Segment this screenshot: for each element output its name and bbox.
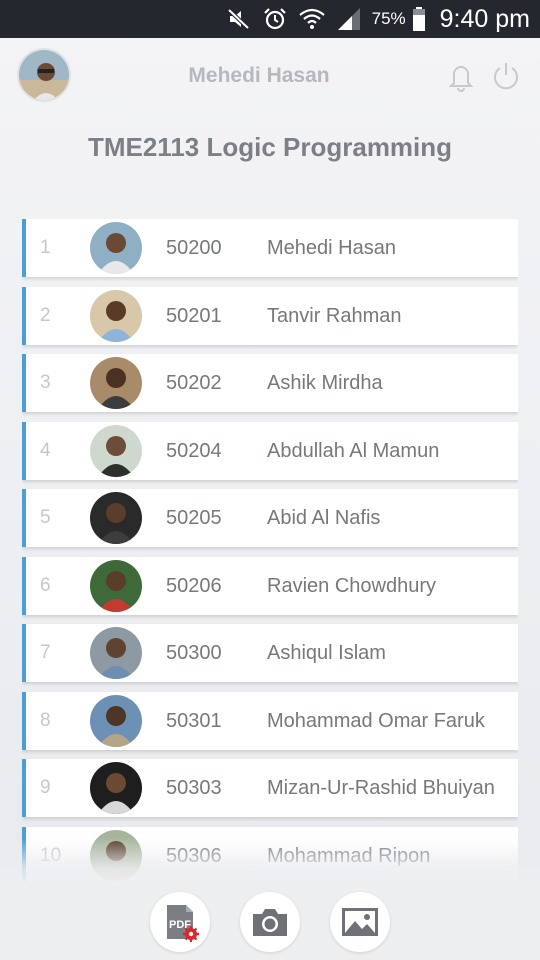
- student-name: Ashiqul Islam: [267, 642, 386, 664]
- student-photo: [90, 559, 142, 612]
- student-row[interactable]: 3 50202 Ashik Mirdha: [22, 354, 518, 412]
- student-index: 9: [40, 777, 51, 798]
- student-row[interactable]: 6 50206 Ravien Chowdhury: [22, 556, 518, 615]
- power-icon[interactable]: [490, 60, 522, 97]
- student-photo: [90, 357, 142, 409]
- bottom-action-bar: PDF: [0, 888, 540, 960]
- student-index: 4: [40, 439, 51, 461]
- student-photo: [90, 222, 142, 274]
- signal-icon: [336, 6, 362, 32]
- battery-icon: [412, 6, 426, 32]
- export-pdf-button[interactable]: PDF: [150, 892, 210, 952]
- status-bar: 75% 9:40 pm: [0, 0, 540, 38]
- mute-icon: [226, 6, 252, 32]
- camera-icon: [253, 909, 287, 936]
- student-row[interactable]: 8 50301 Mohammad Omar Faruk: [22, 691, 518, 750]
- student-list[interactable]: 1 50200 Mehedi Hasan 2 50201 Tanvir Rahman 3 50…: [22, 219, 518, 881]
- camera-button[interactable]: [240, 892, 300, 952]
- student-name: Abdullah Al Mamun: [267, 439, 440, 462]
- student-id: 50201: [166, 304, 222, 327]
- student-name: Mohammad Omar Faruk: [267, 709, 485, 732]
- student-id: 50200: [166, 237, 222, 259]
- student-photo: [90, 694, 142, 747]
- student-id: 50301: [166, 709, 222, 732]
- student-row[interactable]: 1 50200 Mehedi Hasan: [22, 219, 518, 277]
- bell-icon[interactable]: [445, 60, 477, 97]
- student-index: 8: [40, 709, 51, 731]
- student-row[interactable]: 9 50303 Mizan-Ur-Rashid Bhuiyan: [22, 759, 518, 817]
- student-id: 50300: [166, 642, 222, 664]
- student-index: 10: [40, 844, 62, 866]
- student-photo: [90, 424, 142, 477]
- student-name: Ashik Mirdha: [267, 372, 383, 394]
- student-index: 1: [40, 237, 51, 258]
- pdf-settings-icon: PDF: [167, 905, 199, 942]
- student-photo: [90, 627, 142, 679]
- course-title: TME2113 Logic Programming: [87, 132, 453, 162]
- user-name: Mehedi Hasan: [188, 64, 330, 87]
- student-id: 50202: [166, 372, 222, 394]
- student-row[interactable]: 5 50205 Abid Al Nafis: [22, 489, 518, 547]
- student-id: 50205: [166, 507, 222, 529]
- app-screen: 75% 9:40 pm Mehedi Hasan TME2113 Logic P…: [0, 0, 540, 960]
- student-name: Mehedi Hasan: [267, 237, 396, 259]
- student-index: 6: [40, 574, 51, 596]
- status-time: 9:40 pm: [439, 4, 530, 33]
- student-photo: [90, 289, 142, 342]
- student-name: Tanvir Rahman: [267, 304, 402, 327]
- student-id: 50206: [166, 574, 222, 597]
- student-photo: [90, 829, 142, 881]
- student-id: 50306: [166, 844, 222, 867]
- student-row[interactable]: 4 50204 Abdullah Al Mamun: [22, 421, 518, 480]
- alarm-icon: [262, 6, 288, 32]
- student-index: 5: [40, 507, 51, 528]
- student-id: 50303: [166, 777, 222, 799]
- student-photo: [90, 762, 142, 814]
- student-name: Abid Al Nafis: [267, 507, 381, 529]
- student-id: 50204: [166, 439, 222, 462]
- battery-percent: 75%: [371, 9, 406, 28]
- student-name: Ravien Chowdhury: [267, 574, 436, 597]
- student-row[interactable]: 7 50300 Ashiqul Islam: [22, 624, 518, 682]
- student-index: 2: [40, 304, 51, 326]
- student-name: Mizan-Ur-Rashid Bhuiyan: [267, 777, 495, 799]
- wifi-icon: [298, 6, 326, 32]
- student-index: 7: [40, 642, 51, 663]
- student-photo: [90, 492, 142, 544]
- gallery-icon: [342, 908, 378, 936]
- header: Mehedi Hasan: [0, 38, 540, 114]
- student-row[interactable]: 10 50306 Mohammad Ripon: [22, 826, 518, 881]
- student-index: 3: [40, 372, 51, 393]
- gallery-button[interactable]: [330, 892, 390, 952]
- student-row[interactable]: 2 50201 Tanvir Rahman: [22, 286, 518, 345]
- student-name: Mohammad Ripon: [267, 844, 431, 867]
